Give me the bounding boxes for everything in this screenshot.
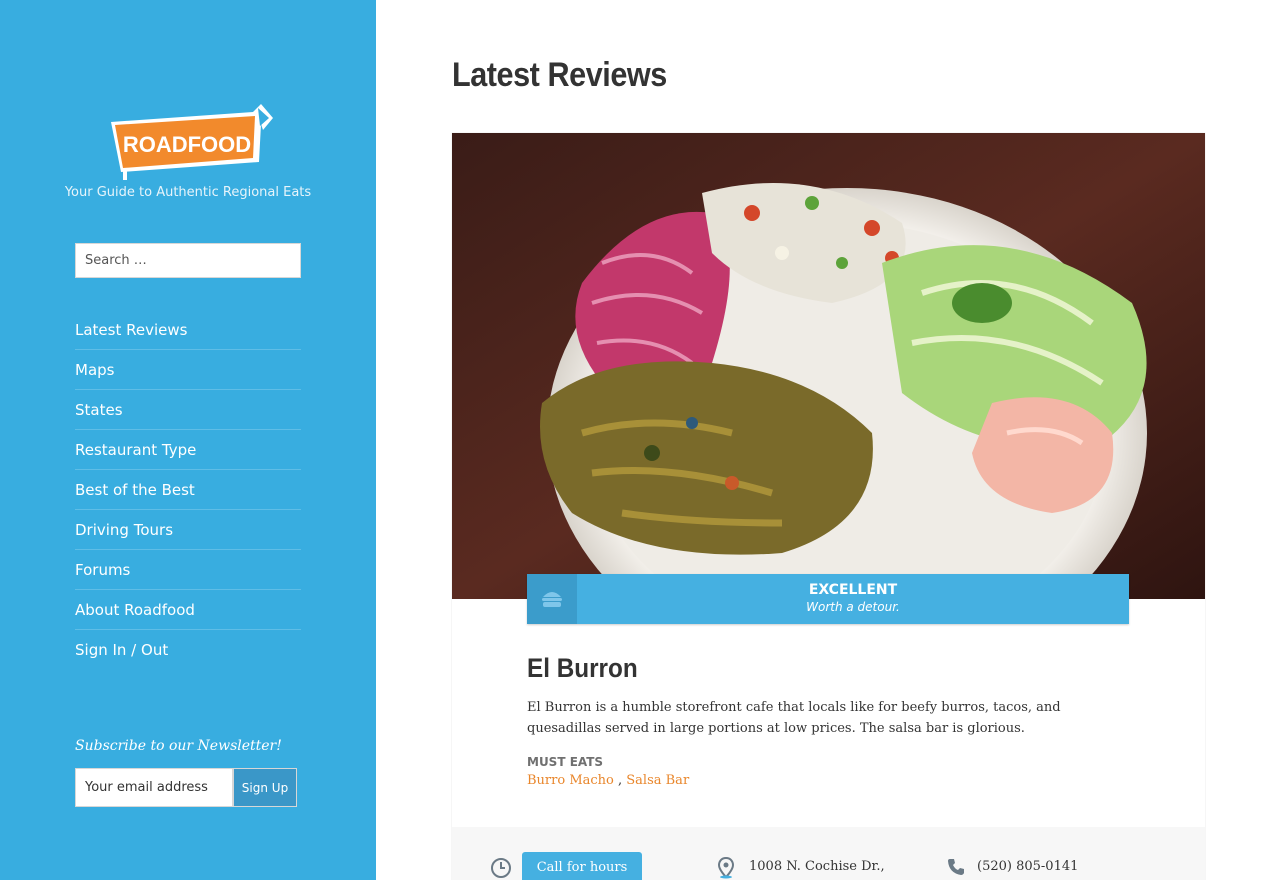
sidebar: ROADFOOD Your Guide to Authentic Regiona… — [0, 0, 376, 880]
logo-container: ROADFOOD — [0, 100, 376, 184]
restaurant-phone[interactable]: (520) 805-0141 — [977, 859, 1078, 874]
nav-item-label: Latest Reviews — [75, 320, 188, 339]
rating-banner: EXCELLENT Worth a detour. — [527, 574, 1129, 624]
must-eats-separator: , — [613, 773, 627, 788]
page-title: Latest Reviews — [452, 56, 667, 94]
newsletter-email-field[interactable] — [75, 768, 233, 807]
nav-item-label: Maps — [75, 360, 115, 379]
nav-item-label: Restaurant Type — [75, 440, 197, 459]
phone-icon — [948, 859, 964, 875]
burger-icon — [527, 574, 577, 624]
search-input[interactable] — [75, 243, 301, 278]
nav-item-forums[interactable]: Forums — [75, 550, 301, 590]
nav-item-label: Driving Tours — [75, 520, 174, 539]
restaurant-info-strip: Call for hours 1008 N. Cochise Dr., (520… — [452, 827, 1205, 880]
restaurant-description: El Burron is a humble storefront cafe th… — [527, 700, 1061, 736]
newsletter-title: Subscribe to our Newsletter! — [75, 738, 282, 754]
must-eat-link[interactable]: Salsa Bar — [626, 773, 689, 788]
must-eats-label: MUST EATS — [527, 755, 604, 769]
newsletter-signup-button[interactable]: Sign Up — [233, 768, 297, 807]
nav-item-restaurant-type[interactable]: Restaurant Type — [75, 430, 301, 470]
clock-icon — [491, 858, 511, 878]
food-photo-illustration — [452, 133, 1205, 599]
main-nav: Latest Reviews Maps States Restaurant Ty… — [75, 310, 301, 670]
must-eat-link[interactable]: Burro Macho — [527, 773, 614, 788]
nav-item-states[interactable]: States — [75, 390, 301, 430]
site-tagline: Your Guide to Authentic Regional Eats — [64, 185, 312, 200]
roadfood-logo[interactable]: ROADFOOD — [103, 100, 273, 180]
nav-item-maps[interactable]: Maps — [75, 350, 301, 390]
call-for-hours-button[interactable]: Call for hours — [522, 852, 642, 880]
restaurant-address[interactable]: 1008 N. Cochise Dr., — [749, 859, 885, 874]
nav-item-label: States — [75, 400, 123, 419]
logo-text: ROADFOOD — [123, 132, 251, 157]
nav-item-sign-in-out[interactable]: Sign In / Out — [75, 630, 301, 670]
nav-item-driving-tours[interactable]: Driving Tours — [75, 510, 301, 550]
restaurant-photo[interactable] — [452, 133, 1205, 599]
nav-item-about-roadfood[interactable]: About Roadfood — [75, 590, 301, 630]
review-card: EXCELLENT Worth a detour. El Burron El B… — [452, 133, 1205, 880]
nav-item-label: About Roadfood — [75, 600, 195, 619]
nav-item-latest-reviews[interactable]: Latest Reviews — [75, 310, 301, 350]
nav-item-label: Forums — [75, 560, 131, 579]
nav-item-label: Best of the Best — [75, 480, 195, 499]
map-pin-icon — [717, 857, 735, 879]
rating-description: Worth a detour. — [806, 600, 900, 614]
must-eats-list: Burro Macho , Salsa Bar — [527, 773, 689, 788]
nav-item-best-of-the-best[interactable]: Best of the Best — [75, 470, 301, 510]
rating-level: EXCELLENT — [808, 582, 898, 598]
restaurant-name[interactable]: El Burron — [527, 653, 638, 684]
nav-item-label: Sign In / Out — [75, 641, 169, 659]
